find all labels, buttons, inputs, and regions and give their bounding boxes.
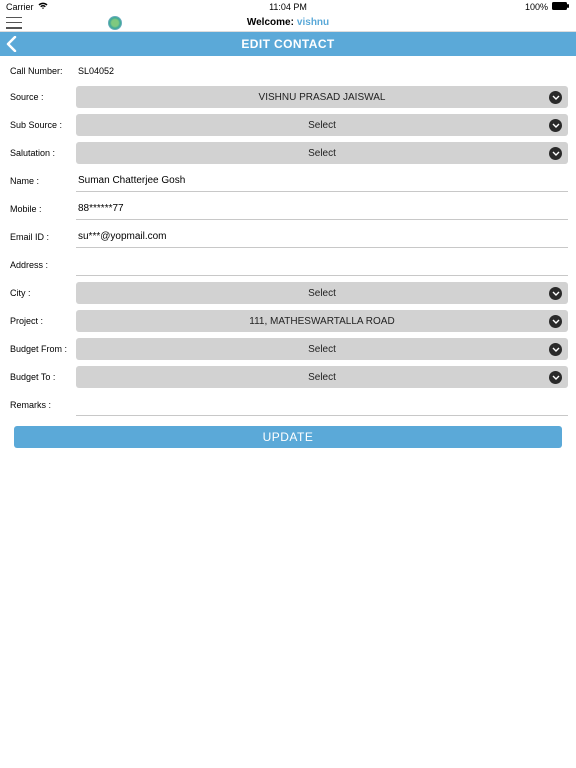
email-input[interactable] [76, 226, 568, 248]
chevron-down-icon [549, 91, 562, 104]
welcome-text: Welcome:vishnu [247, 17, 329, 28]
address-input[interactable] [76, 254, 568, 276]
subsource-value: Select [308, 120, 336, 131]
budgetfrom-label: Budget From : [8, 344, 76, 354]
back-icon[interactable] [6, 36, 17, 57]
chevron-down-icon [549, 315, 562, 328]
chevron-down-icon [549, 371, 562, 384]
chevron-down-icon [549, 343, 562, 356]
budgetto-value: Select [308, 372, 336, 383]
salutation-select[interactable]: Select [76, 142, 568, 164]
call-number-value: SL04052 [78, 66, 114, 76]
battery-percent: 100% [525, 2, 548, 12]
address-label: Address : [8, 260, 76, 270]
project-select[interactable]: 111, MATHESWARTALLA ROAD [76, 310, 568, 332]
menu-icon[interactable] [6, 17, 22, 29]
budgetfrom-select[interactable]: Select [76, 338, 568, 360]
status-bar: Carrier 11:04 PM 100% [0, 0, 576, 14]
remarks-label: Remarks : [8, 400, 76, 410]
salutation-label: Salutation : [8, 148, 76, 158]
welcome-prefix: Welcome: [247, 17, 294, 28]
form-content: Call Number: SL04052 Source : VISHNU PRA… [0, 56, 576, 448]
chevron-down-icon [549, 147, 562, 160]
budgetto-select[interactable]: Select [76, 366, 568, 388]
chevron-down-icon [549, 119, 562, 132]
page-header: EDIT CONTACT [0, 32, 576, 56]
update-button[interactable]: UPDATE [14, 426, 562, 448]
battery-icon [552, 2, 570, 12]
welcome-user: vishnu [297, 17, 329, 28]
wifi-icon [38, 2, 48, 12]
budgetto-label: Budget To : [8, 372, 76, 382]
chevron-down-icon [549, 287, 562, 300]
source-label: Source : [8, 92, 76, 102]
city-value: Select [308, 288, 336, 299]
project-label: Project : [8, 316, 76, 326]
subsource-select[interactable]: Select [76, 114, 568, 136]
mobile-label: Mobile : [8, 204, 76, 214]
salutation-value: Select [308, 148, 336, 159]
source-select[interactable]: VISHNU PRASAD JAISWAL [76, 86, 568, 108]
carrier-label: Carrier [6, 2, 34, 12]
mobile-input[interactable] [76, 198, 568, 220]
city-select[interactable]: Select [76, 282, 568, 304]
subsource-label: Sub Source : [8, 120, 76, 130]
page-title: EDIT CONTACT [241, 37, 334, 51]
call-number-label: Call Number: [10, 66, 78, 76]
city-label: City : [8, 288, 76, 298]
name-input[interactable] [76, 170, 568, 192]
budgetfrom-value: Select [308, 344, 336, 355]
call-number-row: Call Number: SL04052 [8, 62, 568, 86]
name-label: Name : [8, 176, 76, 186]
email-label: Email ID : [8, 232, 76, 242]
welcome-bar: Welcome:vishnu [0, 14, 576, 32]
source-value: VISHNU PRASAD JAISWAL [259, 92, 386, 103]
project-value: 111, MATHESWARTALLA ROAD [249, 316, 394, 327]
app-logo [108, 16, 122, 30]
remarks-input[interactable] [76, 394, 568, 416]
clock: 11:04 PM [269, 2, 307, 12]
